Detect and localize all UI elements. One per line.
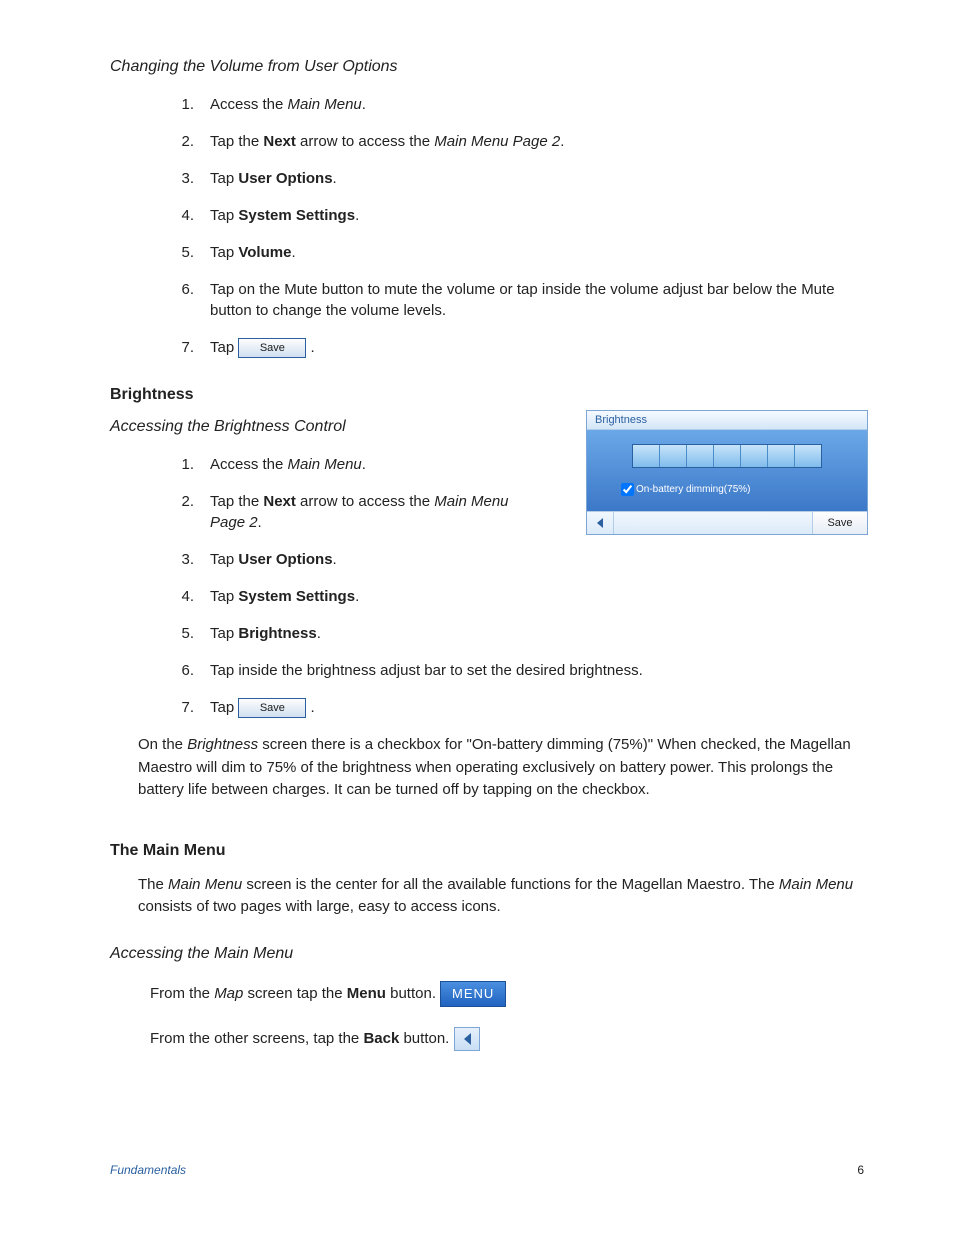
- list-item: 4.Tap System Settings.: [170, 205, 864, 226]
- list-item: 7.Tap Save .: [170, 697, 864, 718]
- brightness-paragraph: On the Brightness screen there is a chec…: [138, 734, 864, 802]
- list-item: 2.Tap the Next arrow to access the Main …: [170, 491, 540, 533]
- dimming-checkbox-row: On-battery dimming(75%): [587, 480, 867, 499]
- list-item: 1.Access the Main Menu.: [170, 94, 864, 115]
- footer-page-number: 6: [857, 1163, 864, 1177]
- save-button[interactable]: Save: [238, 338, 306, 358]
- back-arrow-icon: [595, 517, 605, 529]
- main-menu-line1: From the Map screen tap the Menu button.…: [150, 981, 864, 1007]
- list-item: 6.Tap on the Mute button to mute the vol…: [170, 279, 864, 321]
- list-brightness-cont: 6.Tap inside the brightness adjust bar t…: [170, 660, 864, 718]
- list-item: 1.Access the Main Menu.: [170, 454, 540, 475]
- main-menu-paragraph: The Main Menu screen is the center for a…: [138, 874, 864, 919]
- list-brightness: 1.Access the Main Menu. 2.Tap the Next a…: [170, 454, 540, 644]
- back-arrow-icon: [461, 1031, 473, 1045]
- list-item: 5.Tap Volume.: [170, 242, 864, 263]
- brightness-panel: Brightness On-battery dimming(75%) Save: [586, 410, 868, 535]
- page-footer: Fundamentals 6: [110, 1163, 864, 1177]
- menu-button[interactable]: MENU: [440, 981, 506, 1007]
- list-item: 4.Tap System Settings.: [170, 586, 540, 607]
- panel-back-button[interactable]: [587, 512, 614, 534]
- list-item: 3.Tap User Options.: [170, 168, 864, 189]
- heading-main-menu: The Main Menu: [110, 842, 864, 860]
- list-item: 3.Tap User Options.: [170, 549, 540, 570]
- brightness-slider[interactable]: [632, 444, 822, 468]
- subheading-main-menu: Accessing the Main Menu: [110, 945, 864, 963]
- footer-section: Fundamentals: [110, 1163, 186, 1177]
- dimming-checkbox[interactable]: [621, 483, 634, 496]
- list-volume: 1.Access the Main Menu. 2.Tap the Next a…: [170, 94, 864, 358]
- panel-title: Brightness: [587, 411, 867, 430]
- back-button[interactable]: [454, 1027, 480, 1051]
- list-item: 5.Tap Brightness.: [170, 623, 540, 644]
- heading-brightness: Brightness: [110, 386, 864, 404]
- main-menu-line2: From the other screens, tap the Back but…: [150, 1027, 864, 1051]
- list-item: 2.Tap the Next arrow to access the Main …: [170, 131, 864, 152]
- heading-volume: Changing the Volume from User Options: [110, 58, 864, 76]
- save-button[interactable]: Save: [238, 698, 306, 718]
- panel-save-button[interactable]: Save: [812, 512, 867, 534]
- list-item: 7.Tap Save .: [170, 337, 864, 358]
- list-item: 6.Tap inside the brightness adjust bar t…: [170, 660, 864, 681]
